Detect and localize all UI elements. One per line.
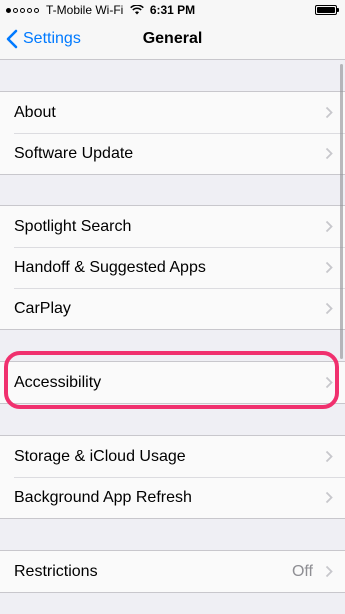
row-label: Spotlight Search [14, 217, 132, 235]
settings-group-2: Spotlight Search Handoff & Suggested App… [0, 205, 345, 330]
settings-group-3: Accessibility [0, 361, 345, 404]
chevron-right-icon [325, 106, 333, 119]
chevron-right-icon [325, 261, 333, 274]
row-label: Software Update [14, 144, 134, 162]
row-label: CarPlay [14, 299, 71, 317]
chevron-right-icon [325, 565, 333, 578]
row-background-app-refresh[interactable]: Background App Refresh [0, 477, 345, 518]
row-accessibility[interactable]: Accessibility [0, 362, 345, 403]
settings-group-5: Restrictions Off [0, 550, 345, 593]
row-storage-icloud-usage[interactable]: Storage & iCloud Usage [0, 436, 345, 477]
restrictions-value: Off [291, 563, 313, 580]
settings-group-4: Storage & iCloud Usage Background App Re… [0, 435, 345, 519]
chevron-right-icon [325, 220, 333, 233]
chevron-right-icon [325, 376, 333, 389]
row-label: Handoff & Suggested Apps [14, 258, 206, 276]
row-label: About [14, 103, 56, 121]
chevron-right-icon [325, 147, 333, 160]
chevron-right-icon [325, 450, 333, 463]
navigation-bar: Settings General [0, 20, 345, 60]
row-about[interactable]: About [0, 92, 345, 133]
settings-group-1: About Software Update [0, 91, 345, 175]
scroll-indicator [340, 64, 343, 359]
row-restrictions[interactable]: Restrictions Off [0, 551, 345, 592]
row-handoff-suggested-apps[interactable]: Handoff & Suggested Apps [0, 247, 345, 288]
row-label: Restrictions [14, 562, 98, 580]
row-software-update[interactable]: Software Update [0, 133, 345, 174]
battery-icon [315, 5, 339, 15]
row-label: Background App Refresh [14, 488, 192, 506]
chevron-right-icon [325, 491, 333, 504]
chevron-right-icon [325, 302, 333, 315]
status-bar: T-Mobile Wi-Fi 6:31 PM [0, 0, 345, 20]
row-label: Accessibility [14, 373, 102, 391]
status-time: 6:31 PM [149, 3, 196, 17]
row-label: Storage & iCloud Usage [14, 447, 186, 465]
row-carplay[interactable]: CarPlay [0, 288, 345, 329]
page-title: General [142, 30, 203, 47]
row-spotlight-search[interactable]: Spotlight Search [0, 206, 345, 247]
